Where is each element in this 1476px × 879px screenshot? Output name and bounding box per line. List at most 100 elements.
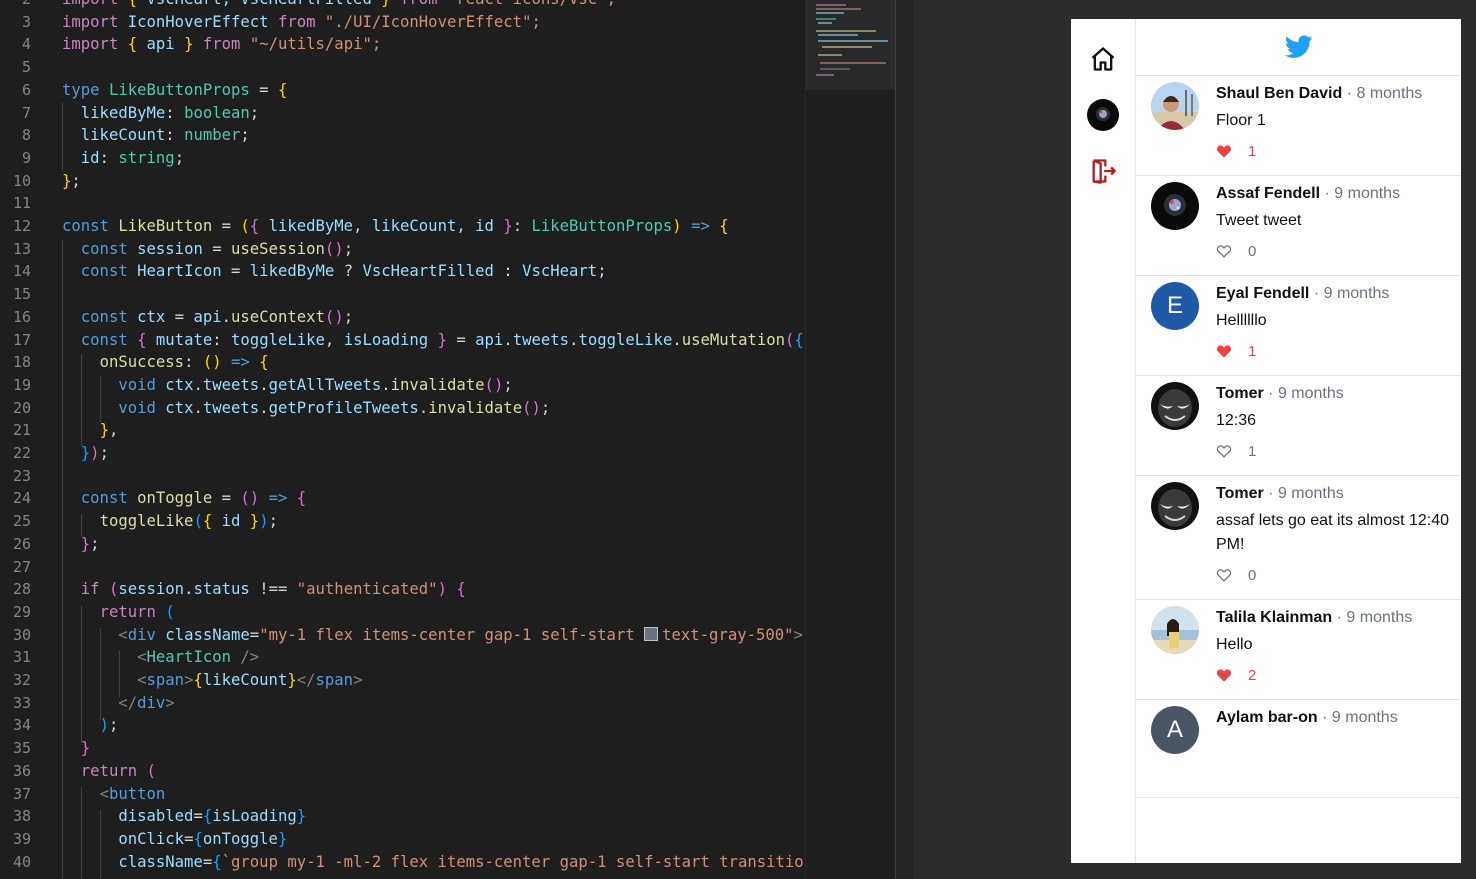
heart-filled-icon: [1216, 669, 1232, 682]
line-number: 17: [12, 330, 31, 349]
tweet-meta: Aylam bar-on · 9 months: [1216, 709, 1449, 727]
editor-scrollbar[interactable]: [895, 0, 914, 879]
line-number: 33: [12, 693, 31, 712]
nav-logout-button[interactable]: [1087, 155, 1119, 187]
tweet-author[interactable]: Aylam bar-on: [1216, 709, 1318, 726]
avatar[interactable]: A: [1151, 706, 1199, 754]
code-line-31: <HeartIcon />: [137, 648, 260, 667]
side-navigation: [1071, 19, 1136, 863]
avatar[interactable]: [1151, 182, 1199, 230]
code-line-16: const ctx = api.useContext();: [80, 307, 354, 326]
line-number: 2: [0, 0, 31, 11]
code-line-24: const onToggle = () => {: [80, 489, 307, 508]
code-line-2: import { VscHeart, VscHeartFilled } from…: [62, 0, 616, 11]
line-number: 11: [12, 194, 31, 213]
code-line-9: id: string;: [80, 148, 185, 167]
like-button[interactable]: 1: [1216, 141, 1449, 161]
heart-outline-icon: [1216, 245, 1232, 258]
tweet-time: 9 months: [1277, 385, 1344, 402]
code-line-22: });: [80, 444, 109, 462]
tweet-author[interactable]: Talila Klainman: [1216, 609, 1332, 626]
tweet-time: 9 months: [1334, 185, 1401, 202]
tweet-author[interactable]: Assaf Fendell: [1216, 185, 1320, 202]
color-swatch-icon[interactable]: [644, 626, 659, 641]
code-line-17: const { mutate: toggleLike, isLoading } …: [80, 330, 804, 349]
avatar[interactable]: [1151, 382, 1199, 430]
like-button[interactable]: 0: [1216, 241, 1449, 261]
code-line-4: import { api } from "~/utils/api";: [62, 35, 382, 54]
code-line-6: type LikeButtonProps = {: [62, 80, 288, 99]
line-number: 35: [12, 739, 31, 758]
heart-outline-icon: [1216, 569, 1232, 582]
minimap-line: [820, 62, 886, 64]
minimap-line: [816, 30, 876, 32]
avatar[interactable]: [1151, 482, 1199, 530]
avatar[interactable]: [1151, 82, 1199, 130]
line-number: 25: [12, 512, 31, 531]
tweet-meta: Talila Klainman · 9 months: [1216, 609, 1449, 627]
line-number: 38: [12, 807, 31, 826]
heart-outline-icon: [1216, 445, 1232, 458]
like-count: 1: [1248, 442, 1257, 460]
like-count: 1: [1248, 142, 1257, 160]
like-button[interactable]: 2: [1216, 665, 1449, 685]
tweet-content: assaf lets go eat its almost 12:40 PM!: [1216, 512, 1450, 553]
tweet-item: Tomer · 9 months 12:36 1: [1136, 376, 1461, 476]
line-number: 23: [12, 466, 31, 485]
tweet-item: A Aylam bar-on · 9 months: [1136, 700, 1461, 798]
line-number: 27: [12, 557, 31, 576]
code-line-29: return (: [99, 602, 175, 621]
meta-separator: ·: [1324, 185, 1330, 202]
code-area[interactable]: import { VscHeart, VscHeartFilled } from…: [62, 0, 805, 879]
tweet-item: Shaul Ben David · 8 months Floor 1 1: [1136, 76, 1461, 176]
meta-separator: ·: [1346, 85, 1353, 102]
minimap-line: [820, 68, 850, 70]
avatar[interactable]: [1151, 606, 1199, 654]
tweet-author[interactable]: Shaul Ben David: [1216, 85, 1342, 102]
line-number: 22: [12, 444, 31, 462]
feed-header: [1136, 19, 1461, 76]
minimap-line: [816, 12, 844, 14]
line-number: 15: [12, 285, 31, 304]
tweet-time: 9 months: [1331, 709, 1398, 726]
minimap-line: [818, 22, 832, 24]
like-button[interactable]: 1: [1216, 441, 1449, 461]
line-number: 32: [12, 671, 31, 689]
like-count: 2: [1248, 666, 1257, 684]
minimap-line: [822, 46, 872, 48]
meta-separator: ·: [1268, 385, 1274, 402]
code-line-10: };: [62, 171, 81, 190]
nav-profile-button[interactable]: [1087, 99, 1119, 131]
line-number: 9: [21, 148, 31, 167]
line-number: 7: [21, 103, 31, 122]
line-number: 24: [12, 489, 31, 508]
avatar-initial: A: [1166, 716, 1183, 743]
tweet-feed[interactable]: Shaul Ben David · 8 months Floor 1 1 Ass…: [1136, 19, 1461, 863]
heart-filled-icon: [1216, 345, 1232, 358]
tweet-author[interactable]: Eyal Fendell: [1216, 285, 1309, 302]
code-editor[interactable]: 2 3 4 5 6 7 8 9 10 11 12 13 14 15 16 17 …: [0, 0, 805, 879]
line-number: 37: [12, 784, 31, 803]
line-number: 19: [12, 375, 31, 394]
line-number: 20: [12, 398, 31, 417]
minimap[interactable]: [805, 0, 896, 879]
code-line-12: const LikeButton = ({ likedByMe, likeCou…: [62, 217, 729, 235]
tweet-meta: Shaul Ben David · 8 months: [1216, 85, 1449, 103]
line-number: 5: [21, 58, 31, 77]
tweet-time: 9 months: [1346, 609, 1413, 626]
code-line-36: return (: [80, 761, 156, 780]
code-line-32: <span>{likeCount}</span>: [137, 671, 363, 689]
nav-home-button[interactable]: [1087, 43, 1119, 75]
like-button[interactable]: 0: [1216, 565, 1449, 585]
code-line-3: import IconHoverEffect from "./UI/IconHo…: [62, 12, 541, 31]
avatar[interactable]: E: [1151, 282, 1199, 330]
twitter-bird-icon: [1284, 35, 1313, 58]
like-button[interactable]: 1: [1216, 341, 1449, 361]
tweet-time: 8 months: [1356, 85, 1423, 102]
line-number: 4: [21, 35, 31, 54]
profile-avatar: [1087, 99, 1119, 131]
tweet-author[interactable]: Tomer: [1216, 485, 1264, 502]
line-number: 12: [12, 217, 31, 235]
tweet-author[interactable]: Tomer: [1216, 385, 1264, 402]
tweet-item: Tomer · 9 months assaf lets go eat its a…: [1136, 476, 1461, 600]
